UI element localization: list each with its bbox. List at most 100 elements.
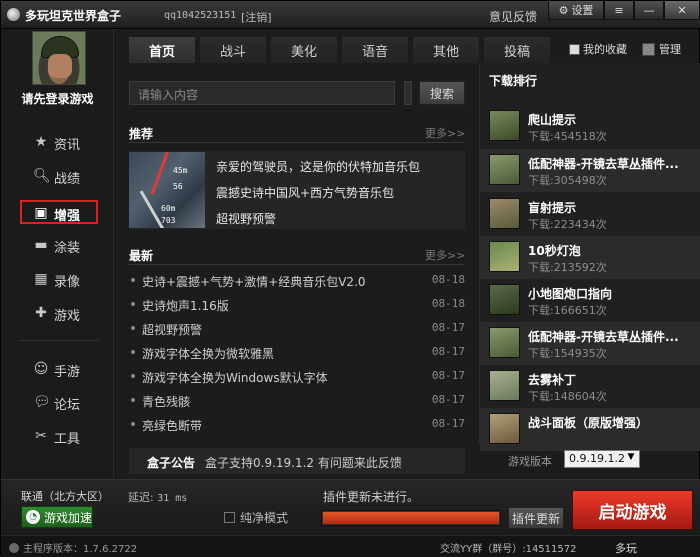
download-item[interactable]: 爬山提示 下载:454518次 [480,105,700,148]
download-item[interactable]: 盲射提示 下载:223434次 [480,193,700,236]
search-button[interactable]: 搜索 [419,81,465,105]
sidebar-item-enhance[interactable]: ▣ 增强 [20,200,98,224]
main-tabs: 首页 战斗 美化 语音 其他 投稿 [129,37,555,63]
recommend-more-link[interactable]: 更多>> [425,125,465,141]
download-item-name: 去雾补丁 [528,373,577,387]
main-version: 主程序版本：1.7.6.2722 [9,540,137,555]
list-item[interactable]: 史诗炮声1.16版 08-18 [129,293,465,317]
download-item-name: 盲射提示 [528,201,577,215]
minimize-button[interactable]: — [634,1,664,20]
thumbnail-label: 45m [173,166,188,175]
download-item[interactable]: 去雾补丁下载:148604次 [480,365,700,408]
tab-battle[interactable]: 战斗 [200,37,266,63]
mobile-face-icon: ☺ [33,361,49,377]
latest-more-link[interactable]: 更多>> [425,247,465,263]
sidebar-item-label: 资讯 [54,138,81,153]
recommend-thumbnail[interactable]: 45m 56 60m 703 [129,152,205,228]
download-item-name: 战斗面板（原版增强） [528,416,649,430]
sidebar-item-record[interactable]: 🔍︎ 战绩 [1,163,114,189]
sidebar-item-forum[interactable]: 💬︎ 论坛 [1,389,114,415]
window-controls: ⚙ 设置 ≡ — ✕ [548,1,700,21]
game-accelerate-button[interactable]: ◔ 游戏加速 [21,506,93,528]
download-thumbnail [489,154,520,185]
download-item-count: 下载:305498次 [528,174,607,187]
settings-label: 设置 [571,4,594,17]
download-item[interactable]: 小地图炮口指向 下载:166651次 [480,279,700,322]
qq-group-link[interactable]: 交流YY群（群号）:14511572 [440,540,576,555]
tab-voice[interactable]: 语音 [342,37,408,63]
download-item-count: 下载:213592次 [528,261,607,274]
download-item-count: 下载:148604次 [528,390,607,403]
sidebar-item-news[interactable]: ★ 资讯 [1,129,114,155]
search-scope-handle [404,81,412,105]
recommend-link[interactable]: 震撼史诗中国风+西方气势音乐包 [216,184,394,201]
avatar[interactable] [32,31,86,85]
pure-mode-label: 纯净模式 [240,511,289,525]
list-item[interactable]: 超视野预警 08-17 [129,317,465,341]
plugin-progress-fill [323,512,500,524]
server-region[interactable]: 联通（北方大区） [21,488,109,504]
plugin-progress-bar [321,510,501,526]
box-notice: 盒子公告 盒子支持0.9.19.1.2 有问题来此反馈 [129,448,465,474]
accelerate-label: 游戏加速 [44,510,93,525]
download-item[interactable]: 低配神器-开镜去草丛插件... 下载:154935次 [480,322,700,365]
recommend-title: 推荐 [129,127,154,141]
app-logo-icon [7,8,20,21]
game-version-value: 0.9.19.1.2 [569,452,625,465]
logout-link[interactable]: [注销] [241,9,272,25]
list-item-title: 史诗+震撼+气势+激情+经典音乐包V2.0 [142,275,366,289]
my-favorites-toggle[interactable]: 我的收藏 [569,41,627,57]
start-game-button[interactable]: 启动游戏 [572,490,693,530]
pure-mode-toggle[interactable]: 纯净模式 [224,509,288,526]
list-item[interactable]: 游戏字体全换为Windows默认字体 08-17 [129,365,465,389]
list-item-title: 青色残骸 [142,395,191,409]
recommend-link[interactable]: 亲爱的驾驶员，这是你的伏特加音乐包 [216,158,420,175]
thumbnail-label: 60m [161,204,176,213]
download-ranking: 下载排行 爬山提示 下载:454518次 低配神器-开镜去草丛插件... 下载:30… [479,63,700,451]
list-item-date: 08-17 [431,321,465,334]
menu-button[interactable]: ≡ [604,1,634,20]
bullet [131,278,135,282]
tab-beautify[interactable]: 美化 [271,37,337,63]
login-prompt[interactable]: 请先登录游戏 [1,90,114,107]
manage-checkbox[interactable] [642,42,655,56]
sidebar-item-tools[interactable]: ✂ 工具 [1,423,114,449]
recommend-link[interactable]: 超视野预警 [216,210,276,227]
feedback-link[interactable]: 意见反馈 [489,8,537,25]
download-item[interactable]: 10秒灯泡 下载:213592次 [480,236,700,279]
tab-home[interactable]: 首页 [129,37,195,63]
sidebar-item-skins[interactable]: ▬ 涂装 [1,232,114,258]
game-version-select[interactable]: 0.9.19.1.2 ▼ [564,450,640,468]
sidebar-item-replay[interactable]: ▦ 录像 [1,266,114,292]
app-logo-icon [9,542,19,553]
bullet [131,350,135,354]
sidebar-item-games[interactable]: ✚ 游戏 [1,300,114,326]
tab-other[interactable]: 其他 [413,37,479,63]
manage-toggle[interactable]: 管理 [642,41,681,57]
tools-icon: ✂ [35,428,47,444]
tab-submit[interactable]: 投稿 [484,37,550,63]
game-version-label: 游戏版本 [508,455,552,468]
download-thumbnail [489,198,520,229]
list-item[interactable]: 青色残骸 08-17 [129,389,465,413]
search-input[interactable]: 请输入内容 [129,81,395,105]
plugin-update-button[interactable]: 插件更新 [508,507,564,529]
settings-button[interactable]: ⚙ 设置 [548,1,604,20]
pure-mode-checkbox[interactable] [224,512,235,523]
app-title: 多玩坦克世界盒子 [25,9,122,23]
download-item-name: 低配神器-开镜去草丛插件... [528,157,679,171]
list-item-date: 08-17 [431,393,465,406]
close-button[interactable]: ✕ [664,1,700,20]
download-item[interactable]: 战斗面板（原版增强） [480,408,700,451]
list-item[interactable]: 游戏字体全换为微软雅黑 08-17 [129,341,465,365]
sidebar-item-mobile[interactable]: ☺ 手游 [1,356,114,382]
app-window: 多玩坦克世界盒子 qq1042523151 [注销] 意见反馈 ⚙ 设置 ≡ —… [0,0,700,557]
notice-text[interactable]: 盒子支持0.9.19.1.2 有问题来此反馈 [205,454,402,471]
favorites-checkbox[interactable] [569,43,580,55]
manage-label: 管理 [659,43,681,56]
list-item[interactable]: 史诗+震撼+气势+激情+经典音乐包V2.0 08-18 [129,269,465,293]
sidebar-item-label: 论坛 [54,398,81,413]
download-item-name: 爬山提示 [528,113,577,127]
list-item[interactable]: 亮绿色断带 08-17 [129,413,465,437]
download-item[interactable]: 低配神器-开镜去草丛插件... 下载:305498次 [480,149,700,192]
